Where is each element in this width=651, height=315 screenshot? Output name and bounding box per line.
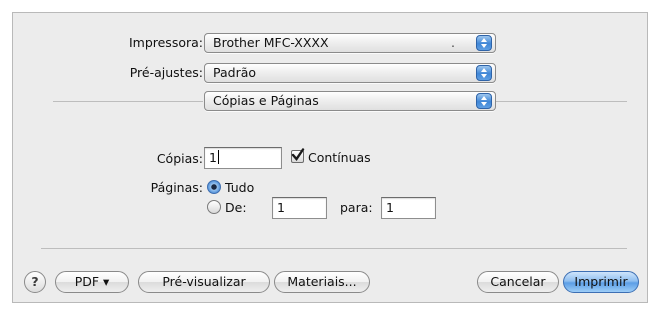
pages-to-input[interactable]: 1 <box>381 197 436 219</box>
pages-from-value: 1 <box>277 200 285 215</box>
pages-to-label: para: <box>340 200 373 215</box>
pages-from-input[interactable]: 1 <box>272 197 327 219</box>
pdf-button[interactable]: PDF ▾ <box>55 271 129 293</box>
updown-arrows-icon <box>476 35 492 51</box>
pane-popup[interactable]: Cópias e Páginas <box>204 91 496 111</box>
pages-all-radio[interactable] <box>207 180 221 194</box>
print-dialog: Impressora: Brother MFC-XXXX . Pré-ajust… <box>12 12 648 303</box>
separator-dot: . <box>451 35 455 50</box>
printer-value: Brother MFC-XXXX <box>213 35 329 50</box>
printer-label: Impressora: <box>128 35 203 50</box>
pane-value: Cópias e Páginas <box>213 93 319 108</box>
cancel-button[interactable]: Cancelar <box>477 271 559 293</box>
pages-range-radio[interactable] <box>207 200 221 214</box>
pages-all-label[interactable]: Tudo <box>225 180 254 195</box>
pages-label: Páginas: <box>150 180 203 195</box>
text-caret <box>217 150 219 164</box>
presets-value: Padrão <box>213 65 257 80</box>
pages-to-value: 1 <box>386 200 394 215</box>
copies-label: Cópias: <box>156 151 203 166</box>
updown-arrows-icon <box>476 65 492 81</box>
separator-right <box>496 101 627 102</box>
copies-input[interactable]: 1 <box>204 147 282 169</box>
printer-popup[interactable]: Brother MFC-XXXX . <box>204 33 496 53</box>
presets-label: Pré-ajustes: <box>129 65 203 80</box>
separator-left <box>53 101 203 102</box>
print-button[interactable]: Imprimir <box>563 271 639 293</box>
bottom-separator <box>41 248 627 249</box>
checkmark-icon <box>291 148 305 161</box>
collated-label[interactable]: Contínuas <box>308 150 371 165</box>
updown-arrows-icon <box>476 93 492 109</box>
pages-from-label[interactable]: De: <box>225 200 247 215</box>
presets-popup[interactable]: Padrão <box>204 63 496 83</box>
help-button[interactable]: ? <box>24 271 46 293</box>
supplies-button[interactable]: Materiais... <box>274 271 370 293</box>
preview-button[interactable]: Pré-visualizar <box>138 271 270 293</box>
collated-checkbox[interactable] <box>291 148 305 163</box>
copies-value: 1 <box>209 150 217 165</box>
